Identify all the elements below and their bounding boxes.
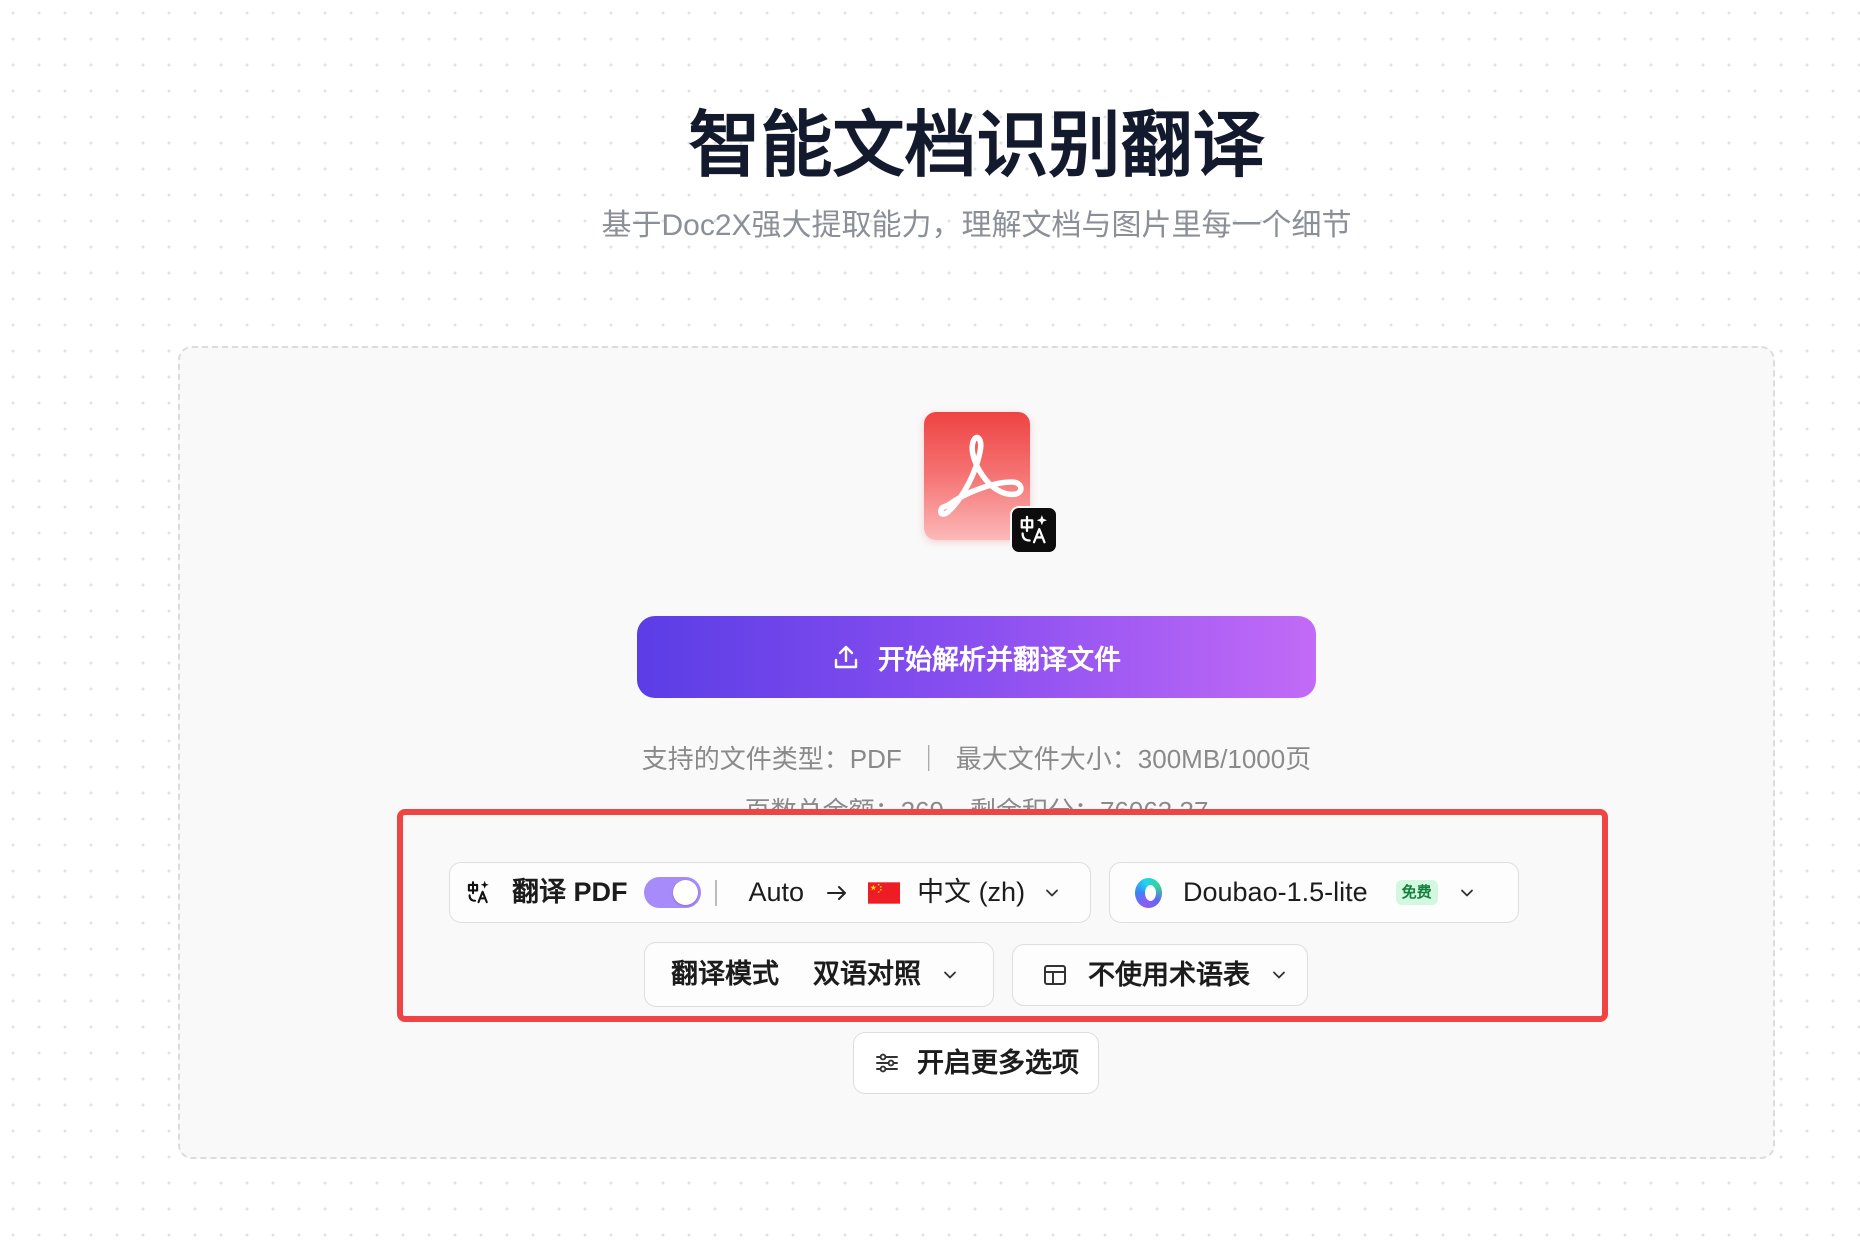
glossary-value: 不使用术语表 [1088, 959, 1250, 990]
doubao-logo-icon [1135, 877, 1162, 908]
translation-mode-value: 双语对照 [813, 959, 921, 989]
max-size-text: 最大文件大小：300MB/1000页 [955, 744, 1312, 774]
table-icon [1042, 962, 1068, 988]
arrow-right-icon [826, 884, 848, 902]
translate-settings-group: 翻译 PDF Auto 中文 (zh) [449, 862, 1091, 923]
file-types-text: 支持的文件类型：PDF [641, 744, 902, 774]
more-options-button[interactable]: 开启更多选项 [853, 1032, 1099, 1094]
supported-file-info: 支持的文件类型：PDF ｜ 最大文件大小：300MB/1000页 [178, 740, 1775, 778]
upload-icon [832, 643, 860, 671]
translate-pdf-label: 翻译 PDF [512, 877, 628, 907]
more-options-label: 开启更多选项 [917, 1047, 1079, 1078]
model-selector[interactable]: Doubao-1.5-lite 免费 [1109, 862, 1519, 923]
model-name: Doubao-1.5-lite [1183, 877, 1368, 907]
translate-icon [1010, 506, 1058, 554]
chevron-down-icon [941, 966, 959, 984]
divider [714, 879, 717, 906]
start-parse-translate-button[interactable]: 开始解析并翻译文件 [637, 616, 1316, 698]
info-separator: ｜ [915, 744, 942, 774]
page-subtitle: 基于Doc2X强大提取能力，理解文档与图片里每一个细节 [601, 209, 1352, 242]
language-selector[interactable]: Auto 中文 (zh) [749, 879, 1062, 906]
china-flag-icon [868, 881, 901, 904]
toggle-knob [672, 880, 698, 905]
translate-toggle[interactable] [643, 877, 701, 908]
translate-icon [462, 876, 495, 909]
target-language: 中文 (zh) [917, 877, 1026, 907]
start-button-label: 开始解析并翻译文件 [878, 644, 1121, 675]
glossary-selector[interactable]: 不使用术语表 [1012, 944, 1308, 1006]
source-language: Auto [748, 877, 805, 907]
chevron-down-icon [1043, 884, 1061, 902]
translation-mode-label: 翻译模式 [671, 959, 779, 989]
chevron-down-icon [1458, 884, 1476, 902]
sliders-icon [874, 1050, 900, 1076]
page-title: 智能文档识别翻译 [688, 106, 1265, 186]
translation-mode-selector[interactable]: 翻译模式 双语对照 [644, 942, 994, 1007]
chevron-down-icon [1270, 966, 1288, 984]
free-badge: 免费 [1395, 880, 1438, 905]
